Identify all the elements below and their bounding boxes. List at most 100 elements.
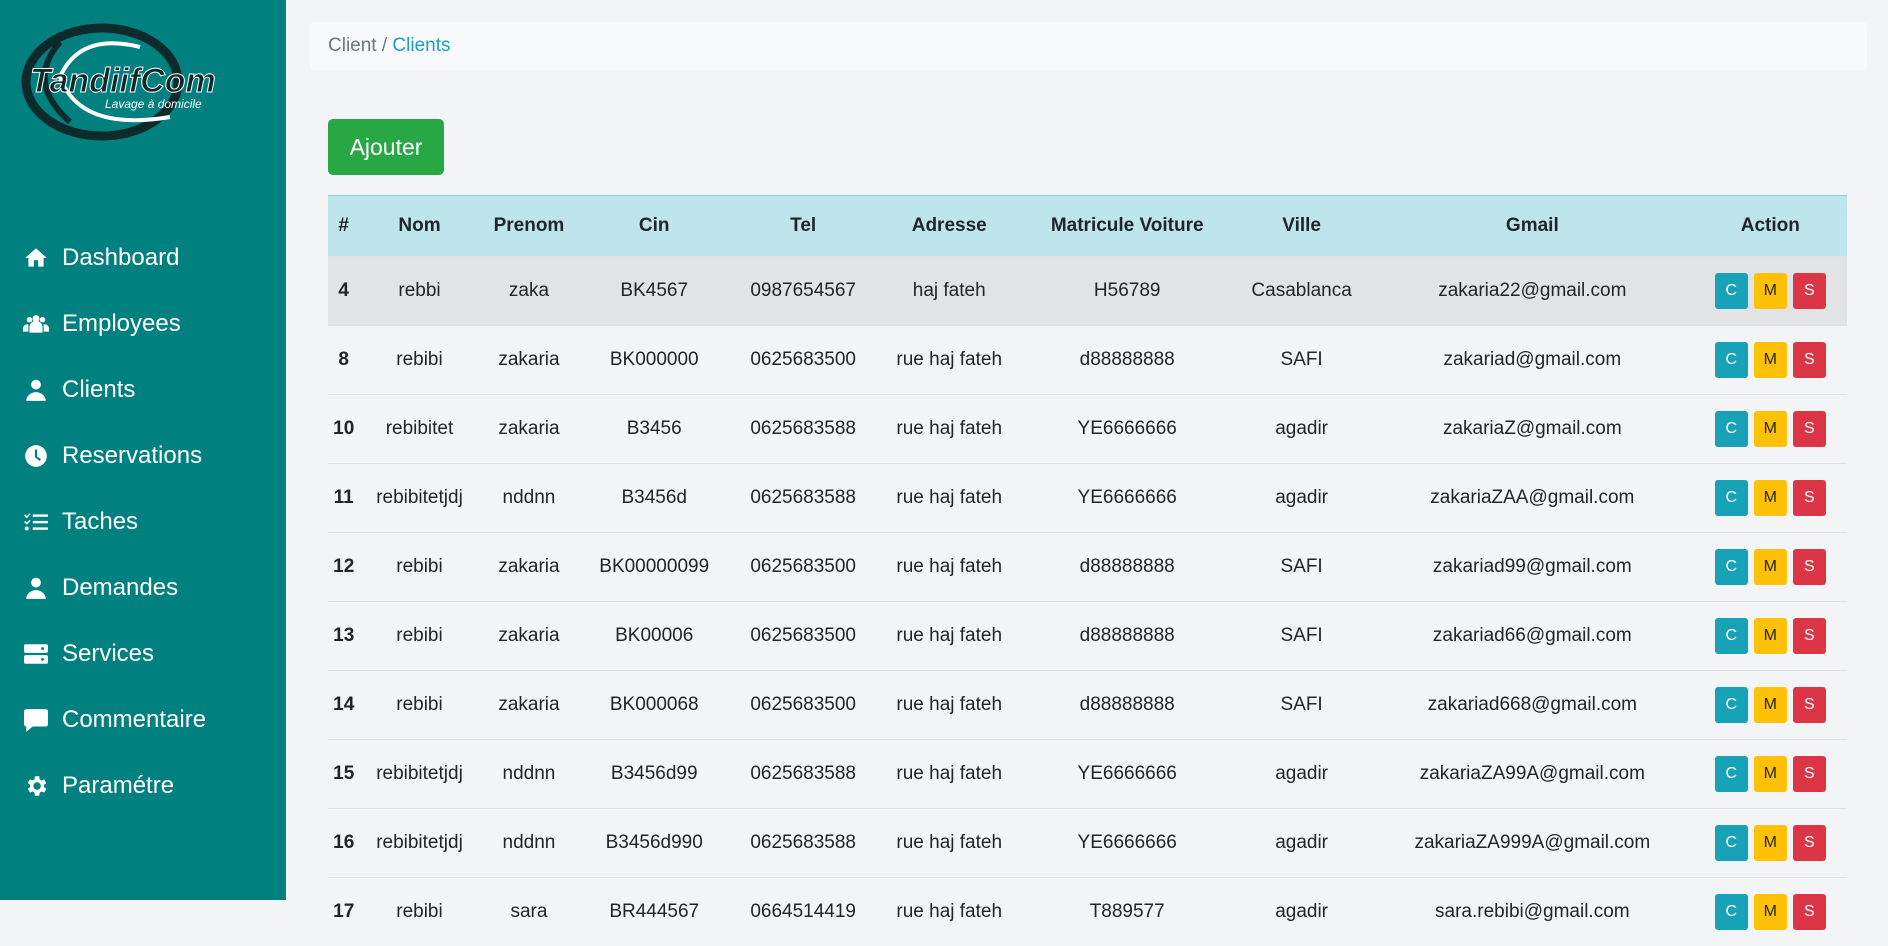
table-cell: SAFI bbox=[1232, 326, 1371, 395]
table-cell: 0625683500 bbox=[730, 671, 876, 740]
delete-button[interactable]: S bbox=[1793, 618, 1826, 654]
table-cell: 0625683500 bbox=[730, 533, 876, 602]
consult-button[interactable]: C bbox=[1715, 273, 1748, 309]
action-cell: CMS bbox=[1694, 257, 1847, 326]
delete-button[interactable]: S bbox=[1793, 342, 1826, 378]
table-cell: rebibi bbox=[359, 533, 479, 602]
table-cell: sara.rebibi@gmail.com bbox=[1371, 878, 1694, 946]
table-row: 16rebibitetjdjnddnnB3456d9900625683588ru… bbox=[328, 809, 1847, 878]
table-cell: BK00006 bbox=[578, 602, 730, 671]
action-buttons: CMS bbox=[1715, 756, 1826, 792]
action-buttons: CMS bbox=[1715, 618, 1826, 654]
sidebar-item-label: Reservations bbox=[62, 442, 202, 470]
table-cell: BK000000 bbox=[578, 326, 730, 395]
modify-button[interactable]: M bbox=[1754, 273, 1787, 309]
table-row: 11rebibitetjdjnddnnB3456d0625683588rue h… bbox=[328, 464, 1847, 533]
table-cell: agadir bbox=[1232, 878, 1371, 946]
table-cell: nddnn bbox=[480, 464, 579, 533]
table-cell: YE6666666 bbox=[1022, 740, 1232, 809]
sidebar-item-label: Demandes bbox=[62, 574, 178, 602]
modify-button[interactable]: M bbox=[1754, 549, 1787, 585]
table-cell: zakariad668@gmail.com bbox=[1371, 671, 1694, 740]
table-cell: 4 bbox=[328, 257, 359, 326]
delete-button[interactable]: S bbox=[1793, 825, 1826, 861]
table-cell: rue haj fateh bbox=[876, 602, 1022, 671]
consult-button[interactable]: C bbox=[1715, 756, 1748, 792]
consult-button[interactable]: C bbox=[1715, 894, 1748, 930]
sidebar-nav: Dashboard Employees Clients Reservations… bbox=[0, 225, 286, 819]
table-cell: 0625683588 bbox=[730, 740, 876, 809]
table-cell: BK000068 bbox=[578, 671, 730, 740]
column-header: Gmail bbox=[1371, 196, 1694, 257]
action-cell: CMS bbox=[1694, 464, 1847, 533]
logo[interactable]: TandiifCom Lavage à domicile bbox=[20, 22, 280, 142]
action-buttons: CMS bbox=[1715, 825, 1826, 861]
sidebar-item-dashboard[interactable]: Dashboard bbox=[0, 225, 286, 291]
table-cell: SAFI bbox=[1232, 533, 1371, 602]
table-cell: zaka bbox=[480, 257, 579, 326]
table-cell: zakariad@gmail.com bbox=[1371, 326, 1694, 395]
clock-icon bbox=[22, 442, 50, 470]
sidebar-item-reservations[interactable]: Reservations bbox=[0, 423, 286, 489]
users-icon bbox=[22, 310, 50, 338]
table-cell: B3456d99 bbox=[578, 740, 730, 809]
table-cell: B3456d bbox=[578, 464, 730, 533]
consult-button[interactable]: C bbox=[1715, 549, 1748, 585]
modify-button[interactable]: M bbox=[1754, 756, 1787, 792]
sidebar-item-employees[interactable]: Employees bbox=[0, 291, 286, 357]
column-header: Prenom bbox=[480, 196, 579, 257]
modify-button[interactable]: M bbox=[1754, 618, 1787, 654]
column-header: Cin bbox=[578, 196, 730, 257]
sidebar-item-taches[interactable]: Taches bbox=[0, 489, 286, 555]
sidebar-item-commentaire[interactable]: Commentaire bbox=[0, 687, 286, 753]
sidebar-item-demandes[interactable]: Demandes bbox=[0, 555, 286, 621]
table-cell: 0625683588 bbox=[730, 395, 876, 464]
table-cell: 10 bbox=[328, 395, 359, 464]
modify-button[interactable]: M bbox=[1754, 825, 1787, 861]
table-cell: 12 bbox=[328, 533, 359, 602]
consult-button[interactable]: C bbox=[1715, 480, 1748, 516]
sidebar-item-clients[interactable]: Clients bbox=[0, 357, 286, 423]
delete-button[interactable]: S bbox=[1793, 273, 1826, 309]
table-cell: B3456 bbox=[578, 395, 730, 464]
delete-button[interactable]: S bbox=[1793, 687, 1826, 723]
modify-button[interactable]: M bbox=[1754, 687, 1787, 723]
tasks-icon bbox=[22, 508, 50, 536]
consult-button[interactable]: C bbox=[1715, 618, 1748, 654]
sidebar-item-label: Paramétre bbox=[62, 772, 174, 800]
delete-button[interactable]: S bbox=[1793, 894, 1826, 930]
table-cell: 0625683500 bbox=[730, 326, 876, 395]
table-cell: H56789 bbox=[1022, 257, 1232, 326]
table-cell: 0625683500 bbox=[730, 602, 876, 671]
table-cell: haj fateh bbox=[876, 257, 1022, 326]
sidebar-item-parametre[interactable]: Paramétre bbox=[0, 753, 286, 819]
table-cell: zakariad66@gmail.com bbox=[1371, 602, 1694, 671]
table-cell: 16 bbox=[328, 809, 359, 878]
modify-button[interactable]: M bbox=[1754, 342, 1787, 378]
consult-button[interactable]: C bbox=[1715, 825, 1748, 861]
server-icon bbox=[22, 640, 50, 668]
delete-button[interactable]: S bbox=[1793, 549, 1826, 585]
add-client-button[interactable]: Ajouter bbox=[328, 119, 444, 175]
modify-button[interactable]: M bbox=[1754, 894, 1787, 930]
consult-button[interactable]: C bbox=[1715, 342, 1748, 378]
table-cell: zakaria bbox=[480, 533, 579, 602]
column-header: Ville bbox=[1232, 196, 1371, 257]
table-cell: d88888888 bbox=[1022, 602, 1232, 671]
modify-button[interactable]: M bbox=[1754, 411, 1787, 447]
delete-button[interactable]: S bbox=[1793, 411, 1826, 447]
consult-button[interactable]: C bbox=[1715, 411, 1748, 447]
table-cell: d88888888 bbox=[1022, 326, 1232, 395]
breadcrumb-parent[interactable]: Client bbox=[328, 35, 377, 57]
table-row: 15rebibitetjdjnddnnB3456d990625683588rue… bbox=[328, 740, 1847, 809]
delete-button[interactable]: S bbox=[1793, 756, 1826, 792]
table-cell: T889577 bbox=[1022, 878, 1232, 946]
table-cell: 15 bbox=[328, 740, 359, 809]
table-cell: d88888888 bbox=[1022, 671, 1232, 740]
consult-button[interactable]: C bbox=[1715, 687, 1748, 723]
table-cell: rebibitetjdj bbox=[359, 809, 479, 878]
sidebar-item-services[interactable]: Services bbox=[0, 621, 286, 687]
delete-button[interactable]: S bbox=[1793, 480, 1826, 516]
modify-button[interactable]: M bbox=[1754, 480, 1787, 516]
user-icon bbox=[22, 574, 50, 602]
